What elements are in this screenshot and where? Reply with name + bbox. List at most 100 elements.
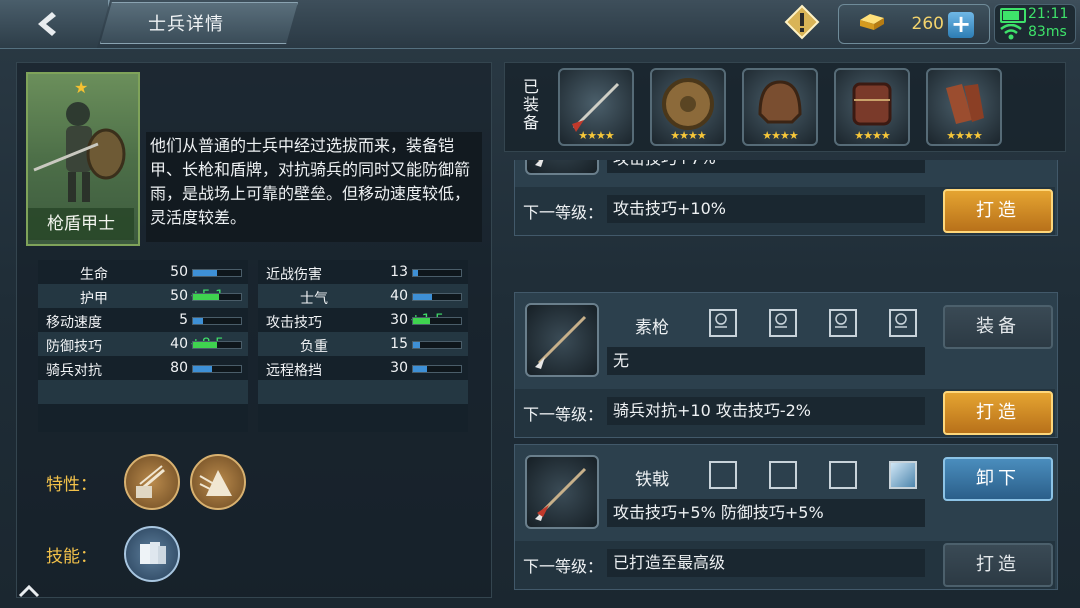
locked-slot-icon[interactable] xyxy=(889,309,917,337)
trait-charge-icon[interactable] xyxy=(124,454,180,510)
forge-button[interactable]: 打造 xyxy=(943,391,1053,435)
stat-row-empty xyxy=(258,380,468,404)
stat-value: 30 xyxy=(390,360,408,376)
stat-label: 士气 xyxy=(300,291,328,307)
stat-bar xyxy=(412,341,462,349)
boots-icon xyxy=(946,84,984,124)
stat-bar xyxy=(192,293,242,301)
equipped-slot-helmet-icon[interactable]: ★★★★ xyxy=(742,68,818,146)
soldier-description: 他们从普通的士兵中经过选拔而来，装备铠甲、长枪和盾牌，对抗骑兵的同时又能防御箭雨… xyxy=(150,136,471,227)
weapon-card: 短矛攻击技巧+7%装备下一等级：攻击技巧+10%打造 xyxy=(514,160,1058,236)
next-level-label: 下一等级： xyxy=(523,557,604,576)
equipped-stars: ★★★★ xyxy=(946,129,982,142)
equipped-slot-halberd-icon[interactable]: ★★★★ xyxy=(558,68,634,146)
equip-button[interactable]: 卸下 xyxy=(943,457,1053,501)
stat-row: 远程格挡 30 xyxy=(258,356,468,380)
stat-value: 13 xyxy=(390,264,408,280)
locked-slot-icon[interactable] xyxy=(829,309,857,337)
stat-row: 防御技巧40+8.5 xyxy=(38,332,248,356)
stat-bar xyxy=(192,365,242,373)
stat-bar xyxy=(192,269,242,277)
stat-value: 15 xyxy=(390,336,408,352)
locked-slot-icon[interactable] xyxy=(769,309,797,337)
locked-slot-icon[interactable] xyxy=(709,309,737,337)
gold-amount: 260 xyxy=(911,14,944,34)
stat-label: 生命 xyxy=(80,267,108,283)
wifi-icon xyxy=(1000,24,1022,40)
stat-row: 骑兵对抗 80 xyxy=(38,356,248,380)
back-arrow-icon xyxy=(38,12,56,36)
stat-value: 40 xyxy=(170,336,188,352)
stat-row-empty xyxy=(38,404,248,428)
trait-arrow-block-icon[interactable] xyxy=(190,454,246,510)
stat-value: 50 xyxy=(170,288,188,304)
equipped-label: 已装备 xyxy=(522,77,539,132)
gem-slot[interactable] xyxy=(709,461,737,489)
stat-value: 50 xyxy=(170,264,188,280)
next-level-effect: 骑兵对抗+10 攻击技巧-2% xyxy=(607,397,925,425)
battery-level xyxy=(1003,11,1019,20)
weapon-card: 素枪无装备 下一等级： 骑兵对抗+10 攻击技巧-2% 打造 xyxy=(514,292,1058,438)
armor-icon xyxy=(852,82,892,126)
spear-icon xyxy=(525,160,599,175)
stat-row: 护甲50+5.1 xyxy=(38,284,248,308)
gem-slot[interactable] xyxy=(829,461,857,489)
weapon-card: 铁戟 攻击技巧+5% 防御技巧+5% 卸下 下一等级： 已打造至最高级 打造 xyxy=(514,444,1058,590)
weapon-effect: 无 xyxy=(607,347,925,375)
stat-bar xyxy=(412,293,462,301)
stat-row-empty xyxy=(38,380,248,404)
weapon-list[interactable]: 短矛攻击技巧+7%装备下一等级：攻击技巧+10%打造素枪无装备下一等级：骑兵对抗… xyxy=(504,160,1064,596)
next-level-label: 下一等级： xyxy=(523,405,604,424)
spear-icon xyxy=(525,455,599,529)
stat-row: 负重 15 xyxy=(258,332,468,356)
stat-value: 30 xyxy=(390,312,408,328)
equipped-stars: ★★★★ xyxy=(762,129,798,142)
page-title: 士兵详情 xyxy=(148,14,224,35)
stats-table-left: 生命50护甲50+5.1移动速度5防御技巧40+8.5骑兵对抗80 xyxy=(38,260,248,432)
stat-bar xyxy=(412,365,462,373)
add-gold-button[interactable]: + xyxy=(948,12,974,38)
stat-label: 攻击技巧 xyxy=(266,315,322,331)
weapon-effect: 攻击技巧+7% xyxy=(607,160,925,173)
clock: 21:11 xyxy=(1028,6,1069,22)
gem-slot[interactable] xyxy=(889,461,917,489)
gold-ingot-icon xyxy=(860,14,884,30)
skill-shield-wall-icon[interactable] xyxy=(124,526,180,582)
equipped-stars: ★★★★ xyxy=(854,129,890,142)
forge-button[interactable]: 打造 xyxy=(943,543,1053,587)
rank-star-icon: ★ xyxy=(74,78,89,97)
round-shield-icon xyxy=(662,78,714,130)
stat-value: 80 xyxy=(170,360,188,376)
soldier-name: 枪盾甲士 xyxy=(28,208,134,240)
helmet-icon xyxy=(758,80,802,124)
spear-icon xyxy=(525,303,599,377)
equipped-slot-boots-icon[interactable]: ★★★★ xyxy=(926,68,1002,146)
ping: 83ms xyxy=(1028,24,1067,40)
equipped-slot-armor-icon[interactable]: ★★★★ xyxy=(834,68,910,146)
equip-button[interactable]: 装备 xyxy=(943,305,1053,349)
next-level-effect: 已打造至最高级 xyxy=(607,549,925,577)
stat-label: 远程格挡 xyxy=(266,363,322,379)
stats-table-right: 近战伤害13士气40攻击技巧30+1.5负重15远程格挡30 xyxy=(258,260,468,432)
stat-label: 负重 xyxy=(300,339,328,355)
forge-button[interactable]: 打造 xyxy=(943,189,1053,233)
next-level-effect: 攻击技巧+10% xyxy=(607,195,925,223)
stat-row: 移动速度 5 xyxy=(38,308,248,332)
equipped-stars: ★★★★ xyxy=(578,129,614,142)
stat-label: 移动速度 xyxy=(46,315,102,331)
equipped-slot-round-shield-icon[interactable]: ★★★★ xyxy=(650,68,726,146)
collapse-chevron-icon[interactable] xyxy=(18,584,40,598)
stat-label: 近战伤害 xyxy=(266,267,322,283)
stat-bar xyxy=(192,317,242,325)
stat-label: 防御技巧 xyxy=(46,339,102,355)
equipped-stars: ★★★★ xyxy=(670,129,706,142)
traits-label: 特性： xyxy=(46,475,97,495)
stat-row: 生命 50 xyxy=(38,260,248,284)
stat-bar xyxy=(412,317,462,325)
alert-icon[interactable] xyxy=(784,4,820,40)
back-button[interactable] xyxy=(0,0,110,48)
gem-slot[interactable] xyxy=(769,461,797,489)
stat-value: 40 xyxy=(390,288,408,304)
stat-value: 5 xyxy=(179,312,188,328)
stat-row-empty xyxy=(258,404,468,428)
